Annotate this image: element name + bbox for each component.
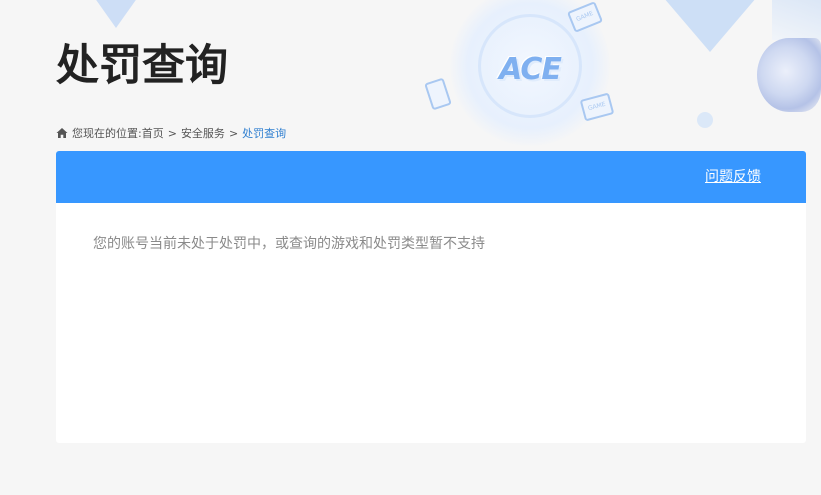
feedback-link[interactable]: 问题反馈 xyxy=(705,167,761,187)
panel-header: 问题反馈 xyxy=(56,151,806,203)
breadcrumb-separator: > xyxy=(167,126,177,140)
breadcrumb-prefix: 您现在的位置: xyxy=(72,127,142,140)
page-title: 处罚查询 xyxy=(56,41,228,91)
decorative-shape-corner xyxy=(772,0,821,40)
ace-logo: ACE xyxy=(499,52,562,87)
breadcrumb: 您现在的位置: 首页 > 安全服务 > 处罚查询 xyxy=(56,124,286,142)
game-phone-icon xyxy=(424,77,452,111)
breadcrumb-separator: > xyxy=(228,126,239,140)
decorative-dot xyxy=(697,112,713,128)
result-panel: 问题反馈 您的账号当前未处于处罚中，或查询的游戏和处罚类型暂不支持 xyxy=(56,151,806,443)
character-illustration xyxy=(757,38,821,112)
no-penalty-message: 您的账号当前未处于处罚中，或查询的游戏和处罚类型暂不支持 xyxy=(93,236,485,252)
decorative-triangle-left xyxy=(82,0,150,28)
breadcrumb-item-current: 处罚查询 xyxy=(242,127,287,140)
decorative-triangle-right xyxy=(640,0,780,52)
breadcrumb-item-home[interactable]: 首页 xyxy=(142,125,164,141)
page: ACE GAME GAME 处罚查询 您现在的位置: 首页 > 安全服务 > 处… xyxy=(0,0,821,495)
breadcrumb-item-security[interactable]: 安全服务 xyxy=(181,125,225,141)
home-icon xyxy=(56,127,68,139)
